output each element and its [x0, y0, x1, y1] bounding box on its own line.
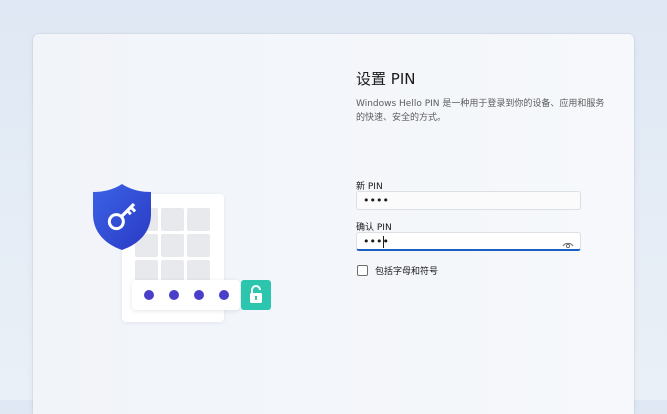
setup-pin-window: 设置 PIN Windows Hello PIN 是一种用于登录到你的设备、应用…: [33, 34, 634, 414]
pin-dots-pill: [132, 280, 240, 310]
pin-illustration: [33, 34, 353, 414]
keypad-key: [187, 234, 210, 257]
page-title: 设置 PIN: [356, 70, 416, 88]
include-letters-checkbox[interactable]: [357, 265, 368, 276]
page-description: Windows Hello PIN 是一种用于登录到你的设备、应用和服务的快速、…: [356, 99, 605, 123]
keypad-key: [161, 208, 184, 231]
pin-dot: [169, 290, 179, 300]
pin-dot: [219, 290, 229, 300]
pin-dot: [144, 290, 154, 300]
reveal-password-eye-icon[interactable]: [562, 236, 574, 249]
keypad-key: [161, 234, 184, 257]
new-pin-input[interactable]: ••••: [356, 191, 581, 210]
shield-key-icon: [89, 182, 155, 256]
pin-dot: [194, 290, 204, 300]
include-letters-label[interactable]: 包括字母和符号: [375, 264, 438, 277]
new-pin-value: ••••: [363, 194, 389, 207]
unlocked-padlock-icon: [241, 280, 271, 310]
confirm-pin-input[interactable]: ••••: [356, 232, 581, 251]
confirm-pin-value: ••••: [363, 235, 389, 248]
text-caret: [383, 236, 384, 248]
keypad-key: [187, 208, 210, 231]
